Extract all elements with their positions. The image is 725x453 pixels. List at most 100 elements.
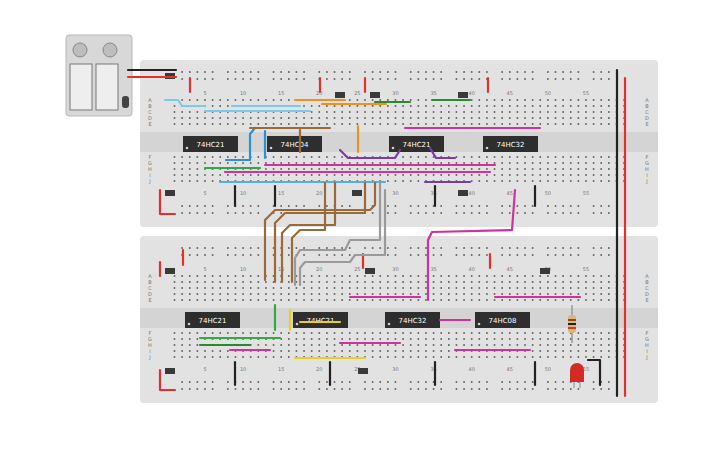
wire[interactable] (230, 349, 270, 351)
wire[interactable] (274, 305, 276, 330)
battery-pack[interactable] (66, 35, 132, 116)
wire[interactable] (274, 186, 276, 206)
wire[interactable] (329, 362, 331, 385)
wire-connector (335, 92, 345, 98)
wire[interactable] (440, 319, 470, 321)
wire[interactable] (205, 110, 310, 112)
wire[interactable] (489, 254, 491, 268)
column-number: 55 (583, 266, 589, 272)
wire[interactable] (225, 171, 490, 173)
wire[interactable] (205, 167, 260, 169)
wire[interactable] (375, 101, 410, 103)
wire[interactable] (624, 78, 626, 396)
wire[interactable] (250, 127, 330, 129)
wire[interactable] (128, 76, 176, 78)
wire[interactable] (495, 296, 580, 298)
wire[interactable] (455, 349, 530, 351)
svg-text:74HC04: 74HC04 (281, 141, 310, 149)
column-number: 15 (278, 366, 284, 372)
wire[interactable] (299, 130, 301, 152)
wire[interactable] (364, 78, 366, 92)
wire[interactable] (300, 190, 385, 285)
wire[interactable] (616, 70, 618, 396)
column-number: 10 (240, 90, 246, 96)
wire[interactable] (292, 183, 325, 282)
ic-chip[interactable]: 74HC32 (385, 312, 440, 328)
wire[interactable] (350, 296, 420, 298)
column-number: 20 (316, 190, 322, 196)
wire[interactable] (234, 186, 236, 206)
column-number: 55 (583, 90, 589, 96)
wire-connector (458, 190, 468, 196)
wire[interactable] (534, 186, 536, 206)
resistor[interactable] (568, 305, 576, 343)
wire[interactable] (200, 337, 280, 339)
wire[interactable] (434, 362, 436, 385)
row-letter: E (148, 121, 151, 127)
wire[interactable] (289, 310, 291, 330)
column-number: 20 (316, 366, 322, 372)
wire[interactable] (282, 183, 335, 282)
wire[interactable] (295, 183, 380, 285)
wire[interactable] (588, 360, 600, 385)
wire[interactable] (226, 128, 255, 160)
wire[interactable] (322, 103, 386, 105)
wire[interactable] (428, 190, 515, 300)
breadboard: 5510101515202025253030353540404545505055… (140, 60, 658, 227)
column-number: 15 (278, 190, 284, 196)
column-number: 5 (203, 190, 206, 196)
wire[interactable] (275, 183, 365, 282)
wire[interactable] (165, 100, 205, 106)
column-number: 45 (507, 90, 513, 96)
ic-chip[interactable]: 74HC08 (475, 312, 530, 328)
column-number: 25 (354, 90, 360, 96)
row-letter: E (645, 121, 648, 127)
wire[interactable] (319, 78, 321, 92)
wire[interactable] (300, 321, 340, 323)
ic-chip[interactable]: 74HC04 (267, 136, 322, 152)
wire[interactable] (430, 148, 455, 158)
wire[interactable] (432, 99, 470, 101)
wire[interactable] (160, 190, 175, 214)
svg-text:74HC21: 74HC21 (197, 141, 225, 149)
column-number: 40 (468, 90, 474, 96)
ic-chip[interactable]: 74HC21 (389, 136, 444, 152)
led[interactable] (570, 363, 584, 388)
wire[interactable] (425, 181, 470, 183)
wire[interactable] (487, 78, 489, 92)
wire[interactable] (200, 344, 250, 346)
wire-connector (540, 268, 550, 274)
wire[interactable] (265, 164, 495, 166)
wire[interactable] (189, 78, 191, 92)
ic-chip[interactable]: 74HC32 (483, 136, 538, 152)
wire[interactable] (232, 105, 300, 107)
wire[interactable] (159, 262, 161, 276)
column-number: 10 (240, 366, 246, 372)
wire[interactable] (295, 99, 345, 101)
wire[interactable] (264, 131, 266, 158)
wire[interactable] (534, 362, 536, 385)
wire[interactable] (405, 127, 540, 129)
column-number: 50 (545, 90, 551, 96)
wire[interactable] (182, 250, 184, 265)
breadboard: 5510101515202025253030353540404545505055… (140, 236, 658, 403)
wire[interactable] (340, 150, 400, 158)
wire[interactable] (234, 362, 236, 385)
svg-text:74HC21: 74HC21 (199, 317, 227, 325)
wire[interactable] (128, 69, 176, 71)
wire[interactable] (434, 186, 436, 206)
wire[interactable] (340, 342, 400, 344)
wire[interactable] (220, 181, 385, 183)
column-number: 10 (240, 190, 246, 196)
svg-text:74HC32: 74HC32 (497, 141, 525, 149)
wire[interactable] (295, 357, 365, 359)
ic-chip[interactable]: 74HC21 (185, 312, 240, 328)
wire-connector (352, 190, 362, 196)
svg-text:74HC32: 74HC32 (399, 317, 427, 325)
wire[interactable] (357, 126, 359, 152)
wire[interactable] (160, 370, 175, 390)
column-number: 45 (507, 266, 513, 272)
ic-chip[interactable]: 74HC21 (293, 312, 348, 328)
ic-chip[interactable]: 74HC21 (183, 136, 238, 152)
column-number: 5 (203, 366, 206, 372)
